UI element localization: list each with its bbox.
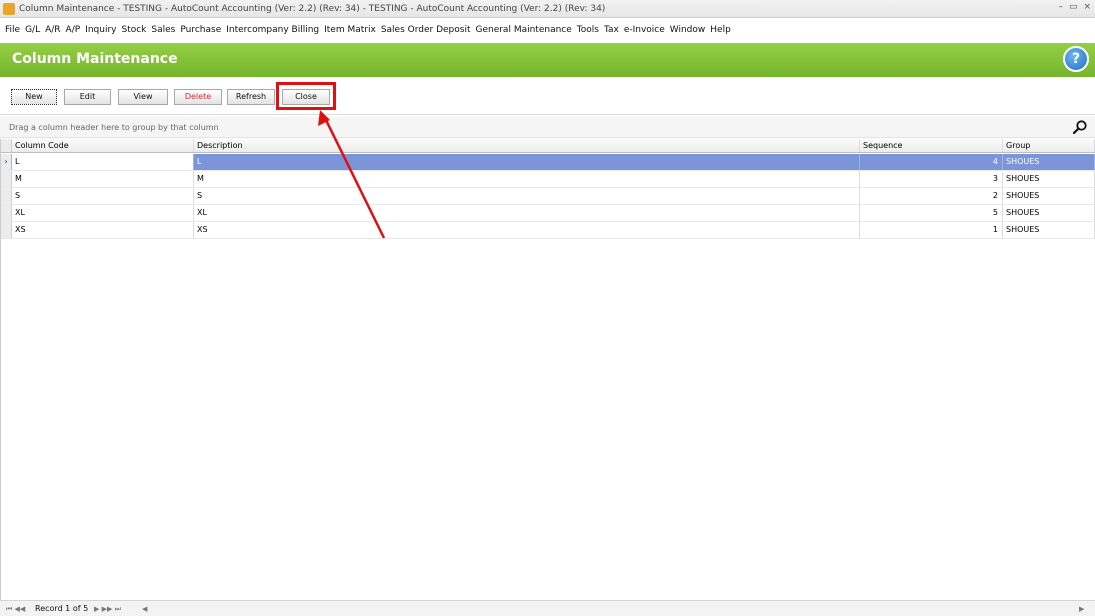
close-window-icon[interactable]: × [1083,2,1091,16]
window-title: Column Maintenance - TESTING - AutoCount… [19,4,606,14]
cell-description[interactable]: XS [194,222,860,238]
cell-column-code[interactable]: M [12,171,194,187]
new-button[interactable]: New [11,89,57,105]
window-controls: – ▭ × [1058,2,1091,16]
search-icon[interactable] [1072,119,1088,135]
menu-item-matrix[interactable]: Item Matrix [324,25,376,35]
row-indicator [1,188,12,204]
edit-button[interactable]: Edit [64,89,111,105]
menu-sales[interactable]: Sales [151,25,175,35]
cell-sequence[interactable]: 1 [860,222,1003,238]
menu-file[interactable]: File [5,25,20,35]
cell-sequence[interactable]: 4 [860,154,1003,170]
menu-purchase[interactable]: Purchase [180,25,221,35]
menu-ap[interactable]: A/P [66,25,81,35]
menu-general-maintenance[interactable]: General Maintenance [475,25,571,35]
menu-bar: File G/L A/R A/P Inquiry Stock Sales Pur… [0,19,1095,41]
column-header-code[interactable]: Column Code [12,139,194,152]
page-header: Column Maintenance ? [0,43,1095,77]
menu-sales-order-deposit[interactable]: Sales Order Deposit [381,25,471,35]
cell-group[interactable]: SHOUES [1003,188,1095,204]
table-row[interactable]: › L L 4 SHOUES [1,154,1095,171]
page-title: Column Maintenance [12,51,178,67]
cell-description[interactable]: L [194,154,860,170]
menu-gl[interactable]: G/L [25,25,40,35]
cell-description[interactable]: XL [194,205,860,221]
status-bar: ⏮ ◀◀ ◀ Record 1 of 5 ▶ ▶▶ ⏭ ◀ ▶ [0,600,1095,616]
cell-sequence[interactable]: 5 [860,205,1003,221]
cell-group[interactable]: SHOUES [1003,171,1095,187]
minimize-icon[interactable]: – [1058,2,1063,16]
restore-icon[interactable]: ▭ [1069,2,1078,16]
cell-column-code[interactable]: XS [12,222,194,238]
group-by-hint: Drag a column header here to group by th… [9,123,219,132]
view-button[interactable]: View [118,89,168,105]
menu-intercompany-billing[interactable]: Intercompany Billing [226,25,319,35]
nav-first-prev-icon[interactable]: ⏮ ◀◀ ◀ [6,603,32,615]
cell-sequence[interactable]: 3 [860,171,1003,187]
menu-ar[interactable]: A/R [45,25,60,35]
table-row[interactable]: XL XL 5 SHOUES [1,205,1095,222]
cell-sequence[interactable]: 2 [860,188,1003,204]
row-indicator-header [1,139,12,152]
menu-window[interactable]: Window [670,25,706,35]
menu-e-invoice[interactable]: e-Invoice [624,25,665,35]
row-indicator [1,222,12,238]
cell-group[interactable]: SHOUES [1003,154,1095,170]
menu-help[interactable]: Help [710,25,731,35]
table-row[interactable]: M M 3 SHOUES [1,171,1095,188]
nav-next-last-icon[interactable]: ▶ ▶▶ ⏭ [94,603,138,615]
title-bar: Column Maintenance - TESTING - AutoCount… [0,0,1095,18]
cell-group[interactable]: SHOUES [1003,222,1095,238]
grid-header-row: Column Code Description Sequence Group [1,139,1095,153]
cell-description[interactable]: S [194,188,860,204]
record-indicator: Record 1 of 5 [35,604,89,613]
cell-description[interactable]: M [194,171,860,187]
menu-inquiry[interactable]: Inquiry [85,25,116,35]
menu-tax[interactable]: Tax [604,25,619,35]
column-header-sequence[interactable]: Sequence [860,139,1003,152]
close-button-highlight [276,82,336,110]
cell-group[interactable]: SHOUES [1003,205,1095,221]
column-header-group[interactable]: Group [1003,139,1095,152]
row-indicator [1,171,12,187]
help-icon[interactable]: ? [1063,46,1089,72]
refresh-button[interactable]: Refresh [227,89,275,105]
column-grid: Column Code Description Sequence Group ›… [0,139,1095,600]
table-row[interactable]: XS XS 1 SHOUES [1,222,1095,239]
app-icon [3,3,15,15]
group-by-panel[interactable]: Drag a column header here to group by th… [0,117,1095,138]
cell-column-code[interactable]: XL [12,205,194,221]
menu-tools[interactable]: Tools [577,25,599,35]
table-row[interactable]: S S 2 SHOUES [1,188,1095,205]
column-header-description[interactable]: Description [194,139,860,152]
scroll-right-icon[interactable]: ▶ [1079,603,1089,615]
cell-column-code[interactable]: L [12,154,194,170]
menu-stock[interactable]: Stock [121,25,146,35]
delete-button[interactable]: Delete [174,89,222,105]
scroll-left-icon[interactable]: ◀ [142,603,152,615]
selected-row-indicator-icon: › [1,154,12,170]
cell-column-code[interactable]: S [12,188,194,204]
row-indicator [1,205,12,221]
toolbar: New Edit View Delete Refresh Close [0,78,1095,115]
